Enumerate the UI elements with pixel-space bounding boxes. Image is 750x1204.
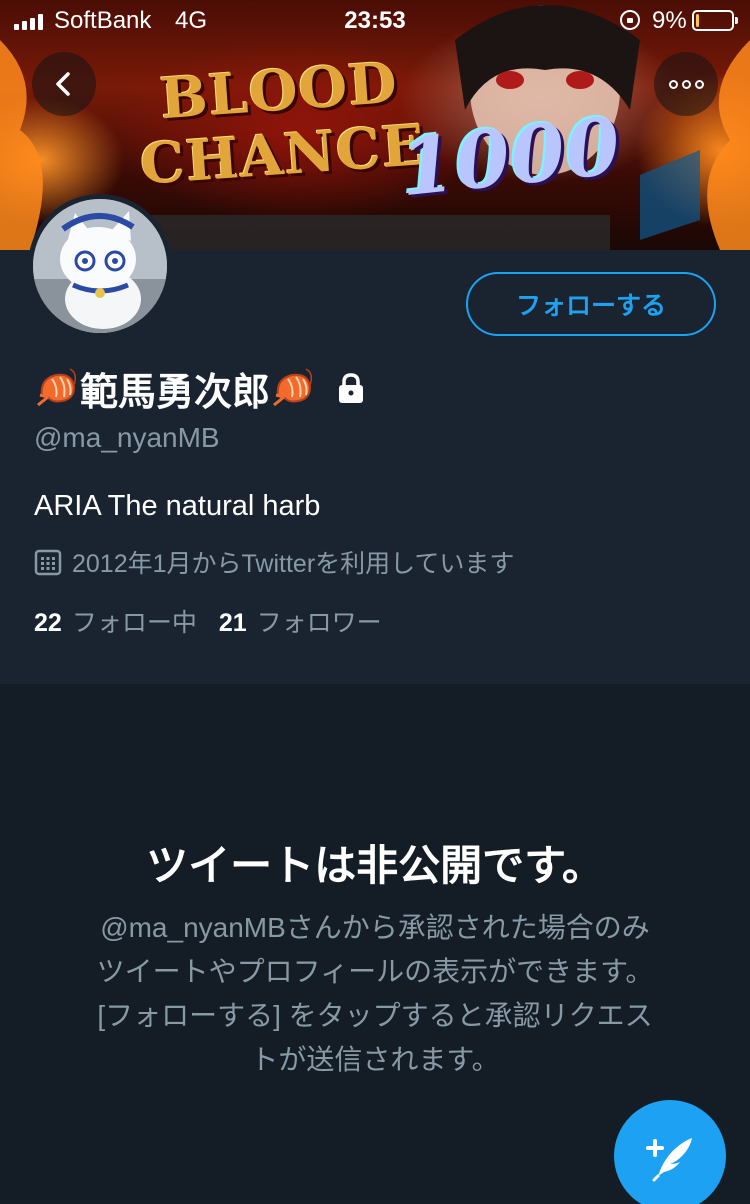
private-message-line: トが送信されます。 xyxy=(250,1044,500,1075)
battery-level-fill xyxy=(696,14,699,27)
shrimp-icon xyxy=(37,368,77,407)
following-count[interactable]: 22 xyxy=(34,609,62,638)
display-name-row: 範馬勇次郎 xyxy=(34,360,368,416)
compose-tweet-button[interactable] xyxy=(614,1100,726,1204)
follow-button[interactable]: フォローする xyxy=(466,272,716,336)
status-bar: SoftBank 4G 23:53 9% xyxy=(0,0,750,42)
orientation-lock-icon xyxy=(620,10,640,30)
shrimp-icon xyxy=(273,368,313,407)
followers-count[interactable]: 21 xyxy=(219,609,247,638)
battery-percent: 9% xyxy=(652,7,687,34)
back-button[interactable] xyxy=(32,52,96,116)
chevron-left-icon xyxy=(56,72,70,96)
lock-icon xyxy=(339,373,364,403)
private-message-line: [フォローする] をタップすると承認リクエス xyxy=(97,1000,653,1031)
battery-icon xyxy=(692,10,738,31)
private-account-title: ツイートは非公開です。 xyxy=(146,842,604,889)
calendar-icon xyxy=(34,549,62,576)
more-dots-icon xyxy=(668,79,704,89)
display-name: 範馬勇次郎 xyxy=(80,371,271,414)
private-message-line: ツイートやプロフィールの表示ができます。 xyxy=(96,956,654,987)
follow-stats: 22 フォロー中 21 フォロワー xyxy=(34,603,404,639)
user-handle: @ma_nyanMB xyxy=(34,422,220,453)
avatar-image xyxy=(33,199,167,333)
more-options-button[interactable] xyxy=(654,52,718,116)
joined-date: 2012年1月からTwitterを利用しています xyxy=(72,550,515,578)
user-bio: ARIA The natural harb xyxy=(34,490,321,522)
private-account-message: @ma_nyanMBさんから承認された場合のみ ツイートやプロフィールの表示がで… xyxy=(60,906,690,1082)
following-label[interactable]: フォロー中 xyxy=(72,603,197,639)
private-message-line: @ma_nyanMBさんから承認された場合のみ xyxy=(100,912,650,943)
compose-tweet-icon xyxy=(646,1138,692,1182)
joined-date-row: 2012年1月からTwitterを利用しています xyxy=(34,544,514,580)
avatar[interactable] xyxy=(28,194,172,338)
followers-label[interactable]: フォロワー xyxy=(257,603,382,639)
